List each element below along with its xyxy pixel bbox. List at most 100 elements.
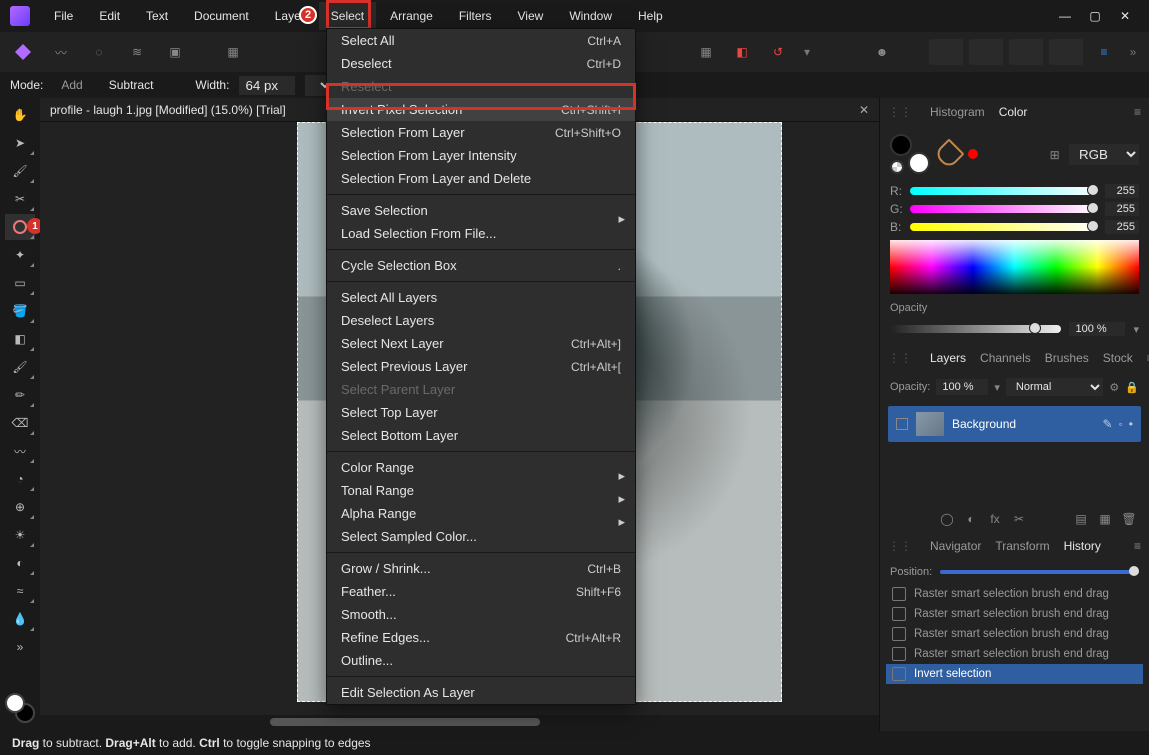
color-wells[interactable] xyxy=(890,134,930,174)
pixel-tool[interactable]: ✏ xyxy=(5,382,35,408)
opacity-value[interactable] xyxy=(1069,322,1125,336)
toolbar-assistant-icon[interactable]: ☻ xyxy=(867,37,897,67)
channel-g-value[interactable] xyxy=(1105,202,1139,216)
persona-develop-icon[interactable]: ◌ xyxy=(84,37,114,67)
mode-add-button[interactable]: Add xyxy=(53,76,90,94)
mode-subtract-button[interactable]: Subtract xyxy=(101,76,162,94)
color-swatches[interactable] xyxy=(5,693,35,723)
menu-item-smooth[interactable]: Smooth... xyxy=(327,603,635,626)
layer-mask-icon[interactable]: ◯ xyxy=(939,512,955,526)
toolbar-ghost-4[interactable] xyxy=(1049,39,1083,65)
menu-item-selection-from-layer-and-delete[interactable]: Selection From Layer and Delete xyxy=(327,167,635,190)
opacity-slider[interactable] xyxy=(890,325,1061,333)
toolbar-overflow-icon[interactable]: » xyxy=(1125,45,1141,59)
panel-drag-handle-icon[interactable]: ⋮⋮ xyxy=(888,105,912,119)
menu-item-grow-shrink[interactable]: Grow / Shrink...Ctrl+B xyxy=(327,557,635,580)
swatch-primary[interactable] xyxy=(5,693,25,713)
layer-edit-icon[interactable]: ✎ xyxy=(1102,417,1112,431)
toolbar-snapping-icon[interactable]: ↺ xyxy=(763,37,793,67)
menu-document[interactable]: Document xyxy=(182,2,261,30)
menu-item-select-next-layer[interactable]: Select Next LayerCtrl+Alt+] xyxy=(327,332,635,355)
width-input[interactable] xyxy=(239,76,295,95)
layers-gear-icon[interactable]: ⚙ xyxy=(1109,381,1119,394)
magic-wand-tool[interactable]: ✦ xyxy=(5,242,35,268)
opacity-dropdown-icon[interactable]: ▾ xyxy=(1133,323,1139,336)
layer-lock-icon[interactable]: • xyxy=(1129,417,1133,431)
history-item[interactable]: Invert selection xyxy=(886,664,1143,684)
history-item[interactable]: Raster smart selection brush end drag xyxy=(886,604,1143,624)
menu-item-select-all-layers[interactable]: Select All Layers xyxy=(327,286,635,309)
color-well-none[interactable] xyxy=(890,160,904,174)
toolbar-grid-icon[interactable]: ▦ xyxy=(691,37,721,67)
menu-item-deselect-layers[interactable]: Deselect Layers xyxy=(327,309,635,332)
more-tools[interactable]: » xyxy=(5,634,35,660)
menu-file[interactable]: File xyxy=(42,2,85,30)
menu-help[interactable]: Help xyxy=(626,2,675,30)
menu-item-select-top-layer[interactable]: Select Top Layer xyxy=(327,401,635,424)
menu-item-cycle-selection-box[interactable]: Cycle Selection Box. xyxy=(327,254,635,277)
color-well-primary[interactable] xyxy=(890,134,912,156)
menu-item-tonal-range[interactable]: Tonal Range xyxy=(327,479,635,502)
menu-item-load-selection-from-file[interactable]: Load Selection From File... xyxy=(327,222,635,245)
clone-tool[interactable]: ⊕ xyxy=(5,494,35,520)
tab-brushes[interactable]: Brushes xyxy=(1045,351,1089,365)
horizontal-scrollbar[interactable] xyxy=(40,715,879,731)
sponge-tool[interactable]: ≈ xyxy=(5,578,35,604)
history-item[interactable]: Raster smart selection brush end drag xyxy=(886,624,1143,644)
flood-fill-tool[interactable]: 🪣 xyxy=(5,298,35,324)
menu-arrange[interactable]: Arrange xyxy=(378,2,445,30)
menu-item-save-selection[interactable]: Save Selection xyxy=(327,199,635,222)
menu-item-color-range[interactable]: Color Range xyxy=(327,456,635,479)
tab-channels[interactable]: Channels xyxy=(980,351,1031,365)
marquee-tool[interactable]: ▭ xyxy=(5,270,35,296)
crop-tool[interactable]: ✂ xyxy=(5,186,35,212)
tab-history[interactable]: History xyxy=(1064,539,1101,553)
layers-opacity-dropdown-icon[interactable]: ▾ xyxy=(994,381,1000,394)
document-close-icon[interactable]: ✕ xyxy=(859,103,869,117)
history-item[interactable]: Raster smart selection brush end drag xyxy=(886,584,1143,604)
channel-g-slider[interactable] xyxy=(910,205,1097,213)
layer-add-icon[interactable]: ▤ xyxy=(1073,512,1089,526)
layers-opacity-value[interactable] xyxy=(936,379,988,395)
layers-blend-select[interactable]: Normal xyxy=(1006,378,1104,396)
menu-item-selection-from-layer-intensity[interactable]: Selection From Layer Intensity xyxy=(327,144,635,167)
burn-tool[interactable]: ◐ xyxy=(5,550,35,576)
persona-photo-icon[interactable] xyxy=(8,37,38,67)
toolbar-align-icon[interactable]: ≡ xyxy=(1089,37,1119,67)
history-position-slider[interactable] xyxy=(940,570,1139,574)
menu-filters[interactable]: Filters xyxy=(447,2,504,30)
menu-item-invert-pixel-selection[interactable]: Invert Pixel SelectionCtrl+Shift+I xyxy=(327,98,635,121)
menu-window[interactable]: Window xyxy=(557,2,624,30)
blur-tool[interactable]: ◔ xyxy=(5,466,35,492)
window-close-icon[interactable]: ✕ xyxy=(1117,9,1133,23)
move-tool[interactable]: ➤ xyxy=(5,130,35,156)
layer-group-icon[interactable]: ▦ xyxy=(1097,512,1113,526)
hand-tool[interactable]: ✋ xyxy=(5,102,35,128)
layer-delete-icon[interactable]: 🗑 xyxy=(1121,512,1137,526)
menu-item-feather[interactable]: Feather...Shift+F6 xyxy=(327,580,635,603)
persona-export-icon[interactable]: ▣ xyxy=(160,37,190,67)
eyedropper-icon[interactable] xyxy=(933,138,964,169)
window-minimize-icon[interactable]: — xyxy=(1057,9,1073,23)
layer-row[interactable]: Background ✎ ◦ • xyxy=(888,406,1141,442)
color-picker-tool[interactable]: 💧 xyxy=(5,606,35,632)
toolbar-ghost-2[interactable] xyxy=(969,39,1003,65)
toolbar-ghost-3[interactable] xyxy=(1009,39,1043,65)
menu-item-refine-edges[interactable]: Refine Edges...Ctrl+Alt+R xyxy=(327,626,635,649)
color-mode-toggle-icon[interactable]: ⊞ xyxy=(1050,148,1060,162)
tab-navigator[interactable]: Navigator xyxy=(930,539,981,553)
menu-text[interactable]: Text xyxy=(134,2,180,30)
panel-menu-icon[interactable]: ≡ xyxy=(1134,105,1141,119)
tab-stock[interactable]: Stock xyxy=(1103,351,1133,365)
toolbar-stock-icon[interactable]: ▦ xyxy=(218,37,248,67)
color-well-secondary[interactable] xyxy=(908,152,930,174)
history-item[interactable]: Raster smart selection brush end drag xyxy=(886,644,1143,664)
channel-r-value[interactable] xyxy=(1105,184,1139,198)
menu-select[interactable]: Select xyxy=(319,2,376,30)
menu-item-deselect[interactable]: DeselectCtrl+D xyxy=(327,52,635,75)
chevron-down-icon[interactable]: ▾ xyxy=(799,45,815,59)
scrollbar-thumb[interactable] xyxy=(270,718,540,726)
gradient-tool[interactable]: ◧ xyxy=(5,326,35,352)
layers-lock-icon[interactable]: 🔒 xyxy=(1125,381,1139,394)
tab-transform[interactable]: Transform xyxy=(995,539,1049,553)
